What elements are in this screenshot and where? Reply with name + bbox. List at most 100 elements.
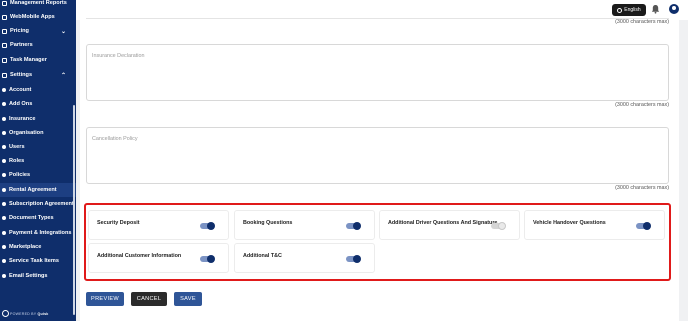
toggle-knob: [498, 222, 506, 230]
brand-logo-icon: [2, 310, 9, 317]
sidebar-item-roles[interactable]: Roles: [0, 154, 76, 168]
toggle-switch[interactable]: [636, 222, 651, 230]
insurance-declaration-field[interactable]: Insurance Declaration: [86, 44, 669, 101]
sidebar-item-pricing[interactable]: Pricing ⌄: [0, 24, 76, 38]
sidebar-item-task-manager[interactable]: Task Manager: [0, 53, 76, 67]
sidebar-item-label: Management Reports: [10, 0, 67, 6]
toggle-knob: [353, 222, 361, 230]
cancellation-policy-field[interactable]: Cancellation Policy: [86, 127, 669, 184]
sidebar-item-label: Pricing: [10, 28, 29, 34]
toggle-switch[interactable]: [491, 222, 506, 230]
toggle-label: Additional Driver Questions And Signatur…: [388, 220, 498, 226]
sidebar-item-label: Users: [9, 144, 25, 150]
bullet-icon: [2, 159, 6, 163]
sidebar-item-add-ons[interactable]: Add Ons: [0, 97, 76, 111]
bullet-icon: [2, 259, 6, 263]
sidebar-item-label: Organisation: [9, 130, 44, 136]
toggle-knob: [207, 222, 215, 230]
sidebar-item-label: Service Task Items: [9, 258, 59, 264]
sidebar-item-subscription-agreement[interactable]: Subscription Agreement: [0, 197, 76, 211]
sidebar-item-label: Task Manager: [10, 57, 47, 63]
language-button[interactable]: English: [612, 4, 646, 16]
sidebar-item-payment-integrations[interactable]: Payment & Integrations: [0, 226, 76, 240]
toggle-label: Additional Customer Information: [97, 253, 182, 259]
chevron-icon[interactable]: ⌄: [61, 28, 66, 35]
cancellation-char-limit: (3000 characters max): [615, 185, 669, 191]
menu-icon: [2, 28, 7, 34]
bullet-icon: [2, 173, 6, 177]
sidebar-item-email-settings[interactable]: Email Settings: [0, 269, 76, 283]
toggle-label: Booking Questions: [243, 220, 293, 226]
toggle-knob: [643, 222, 651, 230]
insurance-char-limit: (3000 characters max): [615, 102, 669, 108]
toggle-switch[interactable]: [200, 255, 215, 263]
save-button[interactable]: SAVE: [174, 292, 202, 306]
sidebar-item-insurance[interactable]: Insurance: [0, 112, 76, 126]
user-avatar-icon[interactable]: [669, 4, 679, 14]
menu-icon: [2, 0, 7, 6]
toggle-knob: [207, 255, 215, 263]
toggle-label: Security Deposit: [97, 220, 140, 226]
toggle-card-security-deposit: Security Deposit: [88, 210, 229, 240]
toggle-label: Additional T&C: [243, 253, 282, 259]
char-limit-note: (3000 characters max): [615, 19, 669, 25]
sidebar: Management Reports WebMobile Apps Pricing ⌄…: [0, 0, 76, 321]
sidebar-item-label: WebMobile Apps: [10, 14, 55, 20]
sidebar-item-label: Marketplace: [9, 244, 42, 250]
toggle-switch[interactable]: [346, 222, 361, 230]
sidebar-item-webmobile-apps[interactable]: WebMobile Apps: [0, 10, 76, 24]
bullet-icon: [2, 102, 6, 106]
sidebar-item-label: Add Ons: [9, 101, 33, 107]
bullet-icon: [2, 145, 6, 149]
sidebar-item-label: Account: [9, 87, 32, 93]
bullet-icon: [2, 274, 6, 278]
menu-icon: [2, 57, 7, 63]
sidebar-item-marketplace[interactable]: Marketplace: [0, 240, 76, 254]
sidebar-item-label: Partners: [10, 42, 33, 48]
toggle-switch[interactable]: [200, 222, 215, 230]
toggle-card-booking-questions: Booking Questions: [234, 210, 375, 240]
sidebar-item-users[interactable]: Users: [0, 140, 76, 154]
insurance-declaration-placeholder: Insurance Declaration: [92, 53, 145, 59]
sidebar-item-organisation[interactable]: Organisation: [0, 126, 76, 140]
sidebar-item-label: Subscription Agreement: [9, 201, 74, 207]
sidebar-item-label: Document Types: [9, 215, 54, 221]
sidebar-item-document-types[interactable]: Document Types: [0, 211, 76, 225]
sidebar-item-label: Payment & Integrations: [9, 230, 72, 236]
globe-icon: [617, 7, 623, 13]
sidebar-item-service-task-items[interactable]: Service Task Items: [0, 254, 76, 268]
menu-icon: [2, 14, 7, 20]
toggle-card-additional-driver-questions-and-signature: Additional Driver Questions And Signatur…: [379, 210, 520, 240]
sidebar-item-label: Email Settings: [9, 273, 48, 279]
sidebar-item-settings[interactable]: Settings ⌃: [0, 68, 76, 82]
language-label: English: [624, 7, 641, 13]
preview-button[interactable]: PREVIEW: [86, 292, 124, 306]
sidebar-item-rental-agreement[interactable]: Rental Agreement: [0, 183, 76, 197]
bullet-icon: [2, 131, 6, 135]
bullet-icon: [2, 202, 6, 206]
bullet-icon: [2, 231, 6, 235]
sidebar-item-account[interactable]: Account: [0, 83, 76, 97]
sidebar-item-label: Settings: [10, 72, 33, 78]
bullet-icon: [2, 188, 6, 192]
chevron-icon[interactable]: ⌃: [61, 72, 66, 79]
sidebar-item-management-reports[interactable]: Management Reports: [0, 0, 76, 10]
top-bar: [76, 0, 688, 20]
toggle-switch[interactable]: [346, 255, 361, 263]
cancel-button[interactable]: CANCEL: [131, 292, 167, 306]
sidebar-item-label: Rental Agreement: [9, 187, 57, 193]
bullet-icon: [2, 216, 6, 220]
bullet-icon: [2, 245, 6, 249]
menu-icon: [2, 42, 7, 48]
sidebar-item-label: Insurance: [9, 116, 36, 122]
toggle-card-additional-customer-information: Additional Customer Information: [88, 243, 229, 273]
sidebar-scrollbar[interactable]: [73, 105, 75, 315]
toggle-knob: [353, 255, 361, 263]
cancellation-policy-placeholder: Cancellation Policy: [92, 136, 138, 142]
menu-icon: [2, 72, 7, 78]
sidebar-item-policies[interactable]: Policies: [0, 168, 76, 182]
toggle-card-vehicle-handover-questions: Vehicle Handover Questions: [524, 210, 665, 240]
sidebar-item-label: Roles: [9, 158, 25, 164]
bell-icon[interactable]: [651, 4, 660, 14]
sidebar-item-partners[interactable]: Partners: [0, 38, 76, 52]
